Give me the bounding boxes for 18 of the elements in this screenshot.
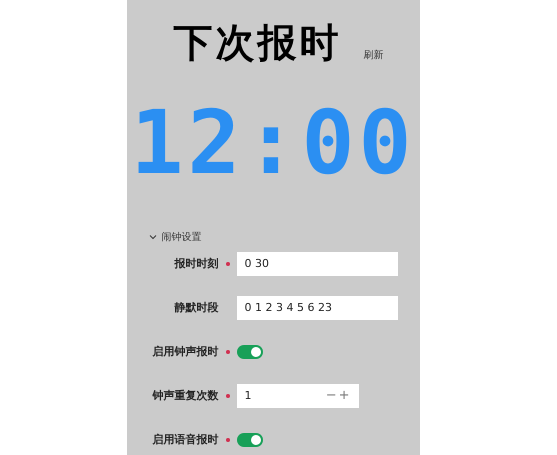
field-label: 报时时刻 (173, 256, 218, 271)
clock-time: 12:00 (130, 98, 416, 188)
decrement-button[interactable]: − (324, 388, 338, 403)
toggle-switch[interactable] (236, 344, 262, 358)
refresh-link[interactable]: 刷新 (364, 48, 384, 62)
field-label: 启用语音报时 (152, 432, 218, 447)
section-toggle[interactable]: 闹钟设置 (148, 230, 202, 244)
field-label: 钟声重复次数 (151, 388, 218, 403)
increment-button[interactable]: + (338, 388, 350, 403)
text-field[interactable]: 0 1 2 3 4 5 6 23 (236, 296, 398, 320)
number-field[interactable]: 1 −+ (236, 384, 358, 408)
text-field[interactable]: 0 30 (236, 252, 398, 276)
field-label: 静默时段 (173, 300, 218, 315)
page-title: 下次报时 (174, 22, 342, 66)
chevron-icon (148, 234, 156, 240)
field-label: 启用钟声报时 (152, 344, 218, 359)
toggle-switch[interactable] (236, 432, 262, 446)
field-value: 1 (244, 389, 252, 402)
